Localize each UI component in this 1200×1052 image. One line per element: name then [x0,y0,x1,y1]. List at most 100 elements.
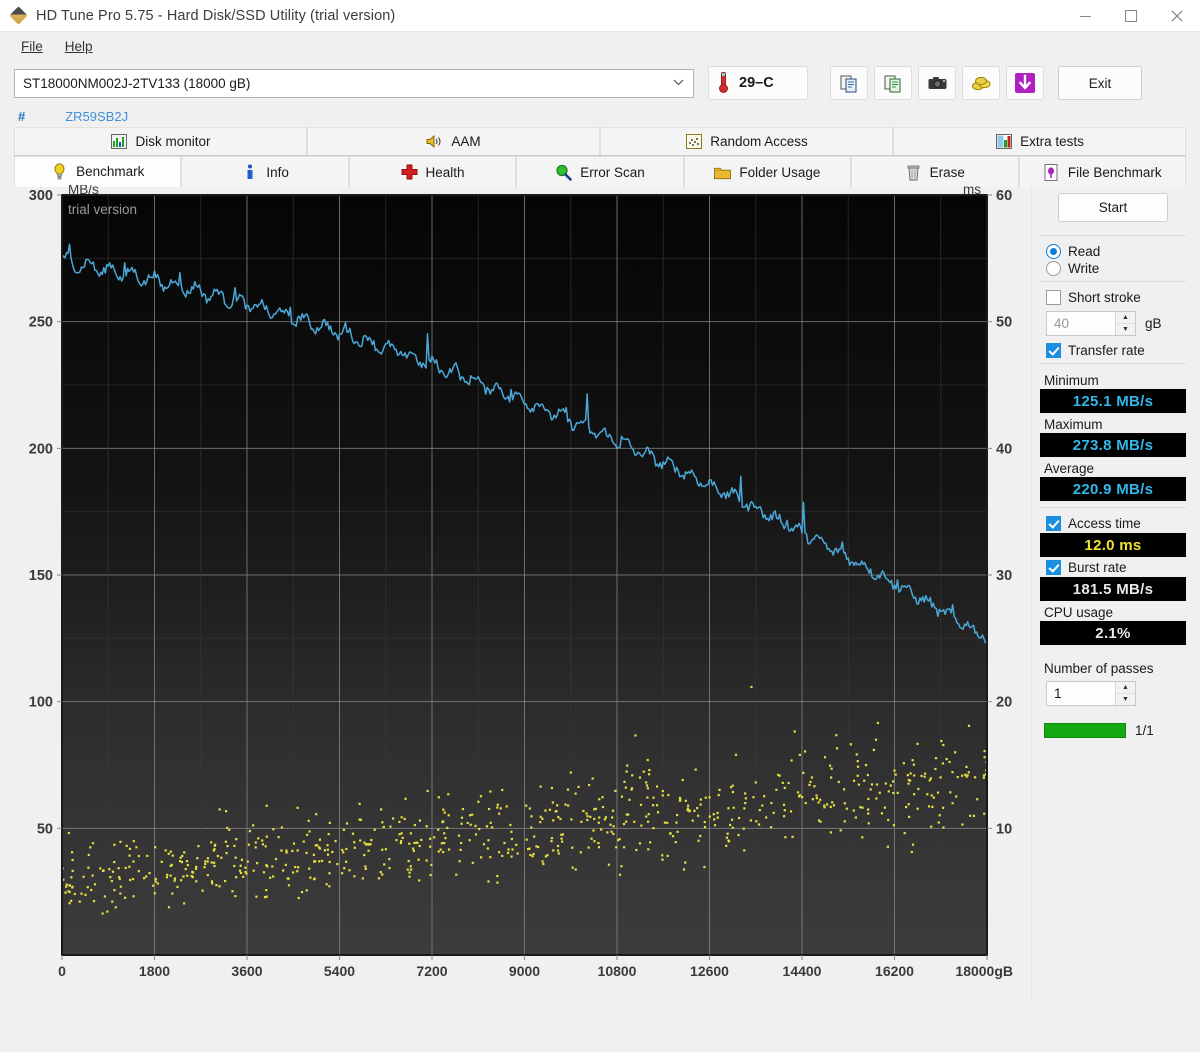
stepper-up-icon[interactable]: ▲ [1116,312,1135,324]
passes-stepper-buttons[interactable]: ▲ ▼ [1115,682,1135,705]
tab-label: Erase [930,165,965,180]
tab-random-access[interactable]: Random Access [600,127,893,155]
tab-aam[interactable]: AAM [307,127,600,155]
tab-label: Error Scan [580,165,645,180]
burst-rate-label: Burst rate [1068,560,1127,575]
passes-stepper[interactable]: 1 ▲ ▼ [1046,681,1136,706]
checkbox-short-stroke[interactable]: Short stroke [1040,289,1186,306]
svg-text:trial version: trial version [68,202,137,217]
stepper-buttons[interactable]: ▲ ▼ [1115,312,1135,335]
svg-text:200: 200 [29,441,53,457]
radio-read[interactable]: Read [1040,243,1186,260]
folder-icon [714,164,731,181]
radio-read-control[interactable] [1046,244,1061,259]
main-content: MB/sms5010015020025030010203040506001800… [0,185,1200,999]
svg-text:10800: 10800 [598,963,637,979]
svg-text:1800: 1800 [139,963,170,979]
checkbox-transfer-rate[interactable]: Transfer rate [1040,342,1186,359]
radio-write-control[interactable] [1046,261,1061,276]
exit-button[interactable]: Exit [1058,66,1142,100]
copy-icon[interactable] [830,66,868,100]
average-value: 220.9 MB/s [1040,477,1186,501]
tab-label: Random Access [710,134,808,149]
short-stroke-value: 40 [1054,316,1069,331]
svg-text:12600: 12600 [690,963,729,979]
maximum-value: 273.8 MB/s [1040,433,1186,457]
scatter-icon [685,133,702,150]
chevron-down-icon [673,78,687,89]
progress-text: 1/1 [1135,723,1154,738]
transfer-rate-label: Transfer rate [1068,343,1145,358]
tab-disk-monitor[interactable]: Disk monitor [14,127,307,155]
camera-icon[interactable] [918,66,956,100]
svg-text:10: 10 [996,821,1012,837]
checkbox-access-time-control[interactable] [1046,516,1061,531]
tab-label: AAM [451,134,480,149]
menu-bar: File Help [0,32,1200,61]
svg-text:20: 20 [996,695,1012,711]
tab-info[interactable]: Info [181,156,348,187]
tab-file-benchmark[interactable]: File Benchmark [1019,156,1186,187]
svg-text:150: 150 [29,568,53,584]
download-arrow-icon[interactable] [1006,66,1044,100]
toolbar-icons [830,66,1044,100]
app-icon [11,8,27,24]
stepper-down-icon[interactable]: ▼ [1116,324,1135,335]
radio-write[interactable]: Write [1040,260,1186,277]
checkbox-transfer-rate-control[interactable] [1046,343,1061,358]
checkbox-burst-rate[interactable]: Burst rate [1040,559,1186,576]
burst-rate-value: 181.5 MB/s [1040,577,1186,601]
passes-value: 1 [1054,686,1062,701]
close-icon[interactable] [1154,0,1200,32]
info-icon [241,164,258,181]
benchmark-options-panel: Start Read Write Short stroke 40 ▲ ▼ gB [1031,185,1186,999]
checkbox-access-time[interactable]: Access time [1040,515,1186,532]
maximize-icon[interactable] [1108,0,1154,32]
tab-label: Info [266,165,289,180]
checkbox-short-stroke-control[interactable] [1046,290,1061,305]
svg-text:18000gB: 18000gB [955,963,1013,979]
passes-label: Number of passes [1040,661,1186,676]
tab-label: Disk monitor [135,134,210,149]
start-button[interactable]: Start [1058,193,1168,222]
tab-label: Benchmark [76,164,144,179]
copy-green-icon[interactable] [874,66,912,100]
tab-folder-usage[interactable]: Folder Usage [684,156,851,187]
temperature-value: 29–C [739,75,774,91]
short-stroke-unit: gB [1145,316,1162,331]
menu-file-label: File [21,39,43,54]
svg-text:ms: ms [963,185,981,197]
average-label: Average [1040,461,1186,476]
tab-row-top: Disk monitor AAM Random Access Extra tes… [14,127,1186,156]
cpu-usage-value: 2.1% [1040,621,1186,645]
svg-text:40: 40 [996,441,1012,457]
maximum-label: Maximum [1040,417,1186,432]
stepper-down-icon[interactable]: ▼ [1116,694,1135,705]
title-bar: HD Tune Pro 5.75 - Hard Disk/SSD Utility… [0,0,1200,32]
drive-select-value: ST18000NM002J-2TV133 (18000 gB) [23,76,250,91]
menu-item-file[interactable]: File [10,36,54,57]
tab-erase[interactable]: Erase [851,156,1018,187]
bar-chart-icon [110,133,127,150]
checkbox-burst-rate-control[interactable] [1046,560,1061,575]
benchmark-chart: MB/sms5010015020025030010203040506001800… [14,185,1027,995]
pass-progress: 1/1 [1040,723,1186,738]
gold-coins-icon[interactable] [962,66,1000,100]
minimize-icon[interactable] [1062,0,1108,32]
stepper-up-icon[interactable]: ▲ [1116,682,1135,694]
menu-help-label: Help [65,39,93,54]
divider [1040,235,1186,236]
access-time-label: Access time [1068,516,1141,531]
svg-text:60: 60 [996,188,1012,204]
drive-select[interactable]: ST18000NM002J-2TV133 (18000 gB) [14,69,694,98]
svg-text:MB/s: MB/s [68,185,99,197]
tab-error-scan[interactable]: Error Scan [516,156,683,187]
passes-row: 1 ▲ ▼ [1040,681,1186,706]
window-controls [1062,0,1200,32]
menu-item-help[interactable]: Help [54,36,104,57]
tab-health[interactable]: Health [349,156,516,187]
short-stroke-stepper[interactable]: 40 ▲ ▼ [1046,311,1136,336]
tab-benchmark[interactable]: Benchmark [14,156,181,187]
tab-extra-tests[interactable]: Extra tests [893,127,1186,155]
benchmark-graph-pane: MB/sms5010015020025030010203040506001800… [14,185,1027,999]
